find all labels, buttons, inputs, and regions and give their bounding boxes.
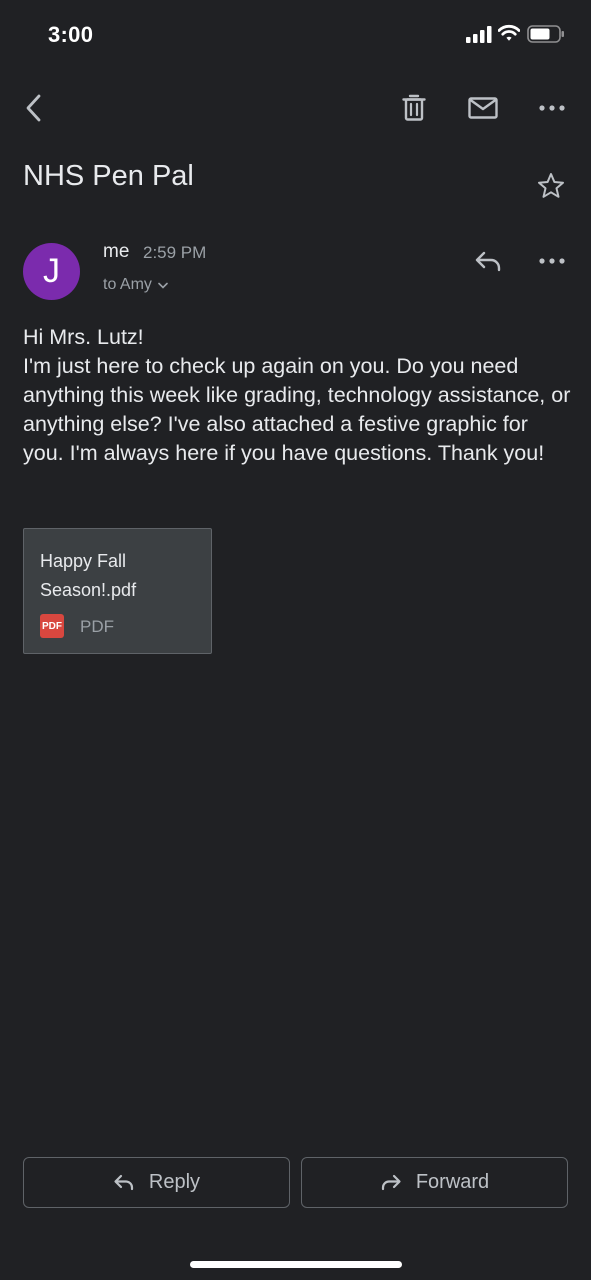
pdf-badge-label: PDF xyxy=(42,620,62,632)
home-indicator[interactable] xyxy=(190,1261,402,1268)
forward-label: Forward xyxy=(415,1171,490,1193)
trash-icon xyxy=(402,94,426,121)
email-body: Hi Mrs. Lutz! I'm just here to check up … xyxy=(23,323,571,468)
reply-icon xyxy=(475,251,501,272)
chevron-left-icon xyxy=(26,94,41,122)
battery-icon xyxy=(527,25,564,43)
recipient-details-toggle[interactable]: to Amy xyxy=(103,276,168,294)
back-button[interactable] xyxy=(14,88,54,128)
attachment-card[interactable]: Happy Fall Season!.pdf PDF PDF xyxy=(23,528,212,654)
mail-icon xyxy=(468,97,498,119)
reply-icon xyxy=(114,1174,134,1191)
sent-time: 2:59 PM xyxy=(143,243,207,262)
reply-label: Reply xyxy=(148,1171,201,1193)
forward-button[interactable]: Forward xyxy=(301,1157,568,1208)
wifi-icon xyxy=(498,24,520,41)
body-paragraph: I'm just here to check up again on you. … xyxy=(23,354,571,465)
more-options-button[interactable] xyxy=(532,88,572,128)
sender-name: me xyxy=(103,241,130,262)
forward-icon xyxy=(381,1174,401,1191)
star-button[interactable] xyxy=(534,168,568,202)
toolbar xyxy=(0,80,591,136)
pdf-icon: PDF xyxy=(40,614,64,638)
reply-button[interactable]: Reply xyxy=(23,1157,290,1208)
quick-reply-button[interactable] xyxy=(470,244,506,278)
status-time: 3:00 xyxy=(48,22,94,47)
signal-icon xyxy=(466,26,492,43)
more-horizontal-icon xyxy=(539,258,565,264)
avatar[interactable]: J xyxy=(23,243,80,300)
status-bar: 3:00 xyxy=(0,0,591,72)
recipient-label: to Amy xyxy=(103,276,152,293)
attachment-name: Happy Fall Season!.pdf xyxy=(40,551,137,600)
message-more-button[interactable] xyxy=(532,244,572,278)
mark-unread-button[interactable] xyxy=(462,88,504,128)
star-icon xyxy=(538,172,564,198)
chevron-down-icon xyxy=(158,282,168,289)
attachment-type: PDF xyxy=(80,617,114,636)
body-greeting: Hi Mrs. Lutz! xyxy=(23,325,144,349)
email-subject: NHS Pen Pal xyxy=(23,160,194,192)
more-horizontal-icon xyxy=(539,105,565,111)
avatar-initial: J xyxy=(43,252,60,290)
delete-button[interactable] xyxy=(396,88,432,128)
